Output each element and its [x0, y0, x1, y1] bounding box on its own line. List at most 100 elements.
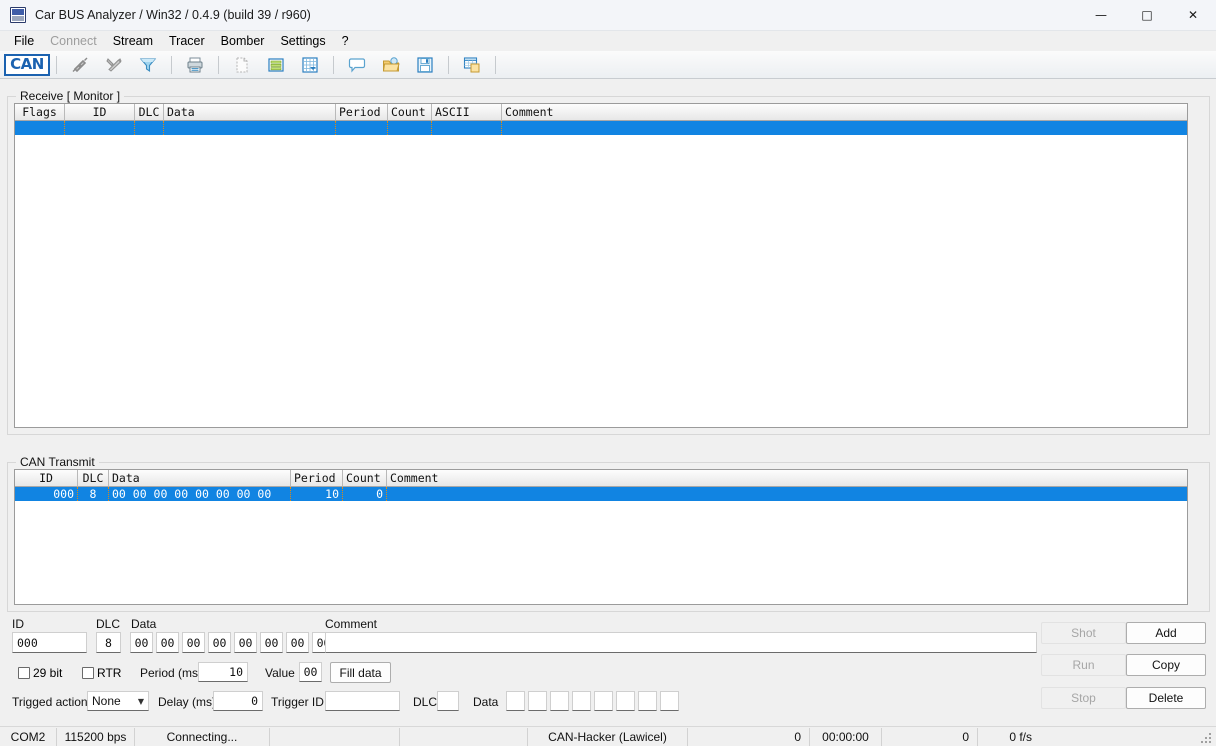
delete-button[interactable]: Delete [1126, 687, 1206, 709]
trigger-data-bytes-row [506, 691, 679, 711]
menu-item-file[interactable]: File [6, 32, 42, 50]
receive-col-dlc[interactable]: DLC [135, 104, 164, 121]
value-input[interactable]: 00 [299, 662, 322, 682]
data-byte-input-1[interactable]: 00 [156, 632, 179, 653]
trigger-data-byte-input-4[interactable] [594, 691, 613, 711]
receive-cell-ascii [432, 121, 502, 135]
receive-col-data[interactable]: Data [164, 104, 336, 121]
menu-item-tracer[interactable]: Tracer [161, 32, 213, 50]
table-copy-icon[interactable] [455, 52, 489, 78]
new-document-icon[interactable] [225, 52, 259, 78]
title-bar: Car BUS Analyzer / Win32 / 0.4.9 (build … [0, 0, 1216, 31]
connect-icon[interactable] [63, 52, 97, 78]
status-port: COM2 [0, 727, 57, 746]
form-data-label: Data [131, 617, 157, 631]
comment-icon[interactable] [340, 52, 374, 78]
grid-view-icon[interactable] [293, 52, 327, 78]
toolbar-separator [218, 55, 219, 74]
transmit-col-dlc[interactable]: DLC [78, 470, 109, 487]
period-input[interactable]: 10 [198, 662, 248, 682]
form-dlc-label: DLC [96, 617, 121, 631]
transmit-col-period[interactable]: Period [291, 470, 343, 487]
copy-button[interactable]: Copy [1126, 654, 1206, 676]
data-byte-input-0[interactable]: 00 [130, 632, 153, 653]
menu-item-help[interactable]: ? [334, 32, 357, 50]
receive-col-id[interactable]: ID [65, 104, 135, 121]
chevron-down-icon: ▼ [137, 696, 144, 706]
save-icon[interactable] [408, 52, 442, 78]
receive-col-count[interactable]: Count [388, 104, 432, 121]
transmit-col-id[interactable]: ID [15, 470, 78, 487]
receive-col-ascii[interactable]: ASCII [432, 104, 502, 121]
can-logo-button[interactable]: CAN [4, 53, 50, 76]
receive-cell-period [336, 121, 388, 135]
trigger-dlc-input[interactable] [437, 691, 459, 711]
transmit-grid-header: ID DLC Data Period Count Comment [15, 470, 1187, 487]
menu-item-connect[interactable]: Connect [42, 32, 105, 50]
trigger-data-byte-input-2[interactable] [550, 691, 569, 711]
list-view-icon[interactable] [259, 52, 293, 78]
shot-button[interactable]: Shot [1041, 622, 1126, 644]
transmit-grid[interactable]: ID DLC Data Period Count Comment 000 8 0… [14, 469, 1188, 605]
menu-bar: File Connect Stream Tracer Bomber Settin… [0, 31, 1216, 51]
menu-item-stream[interactable]: Stream [105, 32, 161, 50]
add-button[interactable]: Add [1126, 622, 1206, 644]
table-row[interactable] [15, 121, 1187, 135]
transmit-cell-period: 10 [291, 487, 343, 501]
trigger-dlc-label: DLC [413, 695, 438, 709]
print-icon[interactable] [178, 52, 212, 78]
transmit-cell-comment [387, 487, 1187, 501]
minimize-button[interactable]: — [1078, 0, 1124, 31]
maximize-button[interactable]: □ [1124, 0, 1170, 31]
transmit-cell-dlc: 8 [78, 487, 109, 501]
trigger-id-input[interactable] [325, 691, 400, 711]
data-byte-input-2[interactable]: 00 [182, 632, 205, 653]
comment-input[interactable] [325, 632, 1037, 653]
open-folder-icon[interactable] [374, 52, 408, 78]
data-byte-input-6[interactable]: 00 [286, 632, 309, 653]
menu-item-settings[interactable]: Settings [272, 32, 333, 50]
data-byte-input-3[interactable]: 00 [208, 632, 231, 653]
data-byte-input-5[interactable]: 00 [260, 632, 283, 653]
receive-col-comment[interactable]: Comment [502, 104, 1187, 121]
receive-cell-dlc [135, 121, 164, 135]
dlc-input[interactable]: 8 [96, 632, 121, 653]
trigger-data-byte-input-1[interactable] [528, 691, 547, 711]
transmit-col-comment[interactable]: Comment [387, 470, 1187, 487]
receive-cell-data [164, 121, 336, 135]
stop-button[interactable]: Stop [1041, 687, 1126, 709]
checkbox-rtr-label: RTR [97, 666, 122, 680]
delay-input[interactable]: 0 [213, 691, 263, 711]
settings-tools-icon[interactable] [97, 52, 131, 78]
receive-col-period[interactable]: Period [336, 104, 388, 121]
transmit-col-count[interactable]: Count [343, 470, 387, 487]
data-byte-input-4[interactable]: 00 [234, 632, 257, 653]
close-button[interactable]: ✕ [1170, 0, 1216, 31]
checkbox-rtr[interactable]: RTR [82, 666, 121, 680]
status-baud: 115200 bps [57, 727, 135, 746]
receive-cell-id [65, 121, 135, 135]
fill-data-button[interactable]: Fill data [330, 662, 391, 683]
checkbox-rtr-box [82, 667, 94, 679]
checkbox-29bit-label: 29 bit [33, 666, 63, 680]
id-input[interactable]: 000 [12, 632, 87, 653]
trigger-data-byte-input-5[interactable] [616, 691, 635, 711]
trigger-data-byte-input-3[interactable] [572, 691, 591, 711]
resize-grip-icon[interactable] [1201, 731, 1213, 743]
trigged-action-value: None [92, 694, 121, 708]
menu-item-bomber[interactable]: Bomber [213, 32, 273, 50]
trigger-data-byte-input-0[interactable] [506, 691, 525, 711]
trigger-data-byte-input-7[interactable] [660, 691, 679, 711]
toolbar-separator [171, 55, 172, 74]
filter-icon[interactable] [131, 52, 165, 78]
window-title: Car BUS Analyzer / Win32 / 0.4.9 (build … [35, 8, 311, 22]
receive-col-flags[interactable]: Flags [15, 104, 65, 121]
transmit-col-data[interactable]: Data [109, 470, 291, 487]
receive-grid[interactable]: Flags ID DLC Data Period Count ASCII Com… [14, 103, 1188, 428]
run-button[interactable]: Run [1041, 654, 1126, 676]
checkbox-29bit[interactable]: 29 bit [18, 666, 62, 680]
table-row[interactable]: 000 8 00 00 00 00 00 00 00 00 10 0 [15, 487, 1187, 501]
trigged-action-select[interactable]: None ▼ [87, 691, 149, 711]
trigger-data-byte-input-6[interactable] [638, 691, 657, 711]
receive-legend: Receive [ Monitor ] [16, 89, 125, 103]
